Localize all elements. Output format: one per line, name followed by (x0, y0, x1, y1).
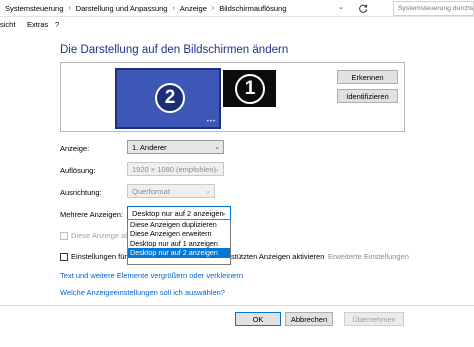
dropdown-option-only-1[interactable]: Desktop nur auf 1 anzeigen (128, 239, 230, 248)
dropdown-option-duplicate[interactable]: Diese Anzeigen duplizieren (128, 220, 230, 229)
settings-checkbox[interactable] (60, 253, 68, 261)
detect-button[interactable]: Erkennen (337, 70, 398, 84)
resolution-select-value: 1920 × 1080 (empfohlen) (132, 165, 217, 174)
breadcrumb: Systemsteuerung › Darstellung und Anpass… (5, 4, 286, 13)
orientation-label: Ausrichtung: (60, 188, 102, 197)
dropdown-option-extend[interactable]: Diese Anzeigen erweitern (128, 229, 230, 238)
breadcrumb-item-darstellung[interactable]: Darstellung und Anpassung (76, 4, 168, 13)
advanced-settings-link[interactable]: Erweiterte Einstellungen (328, 252, 409, 261)
chevron-down-icon: ⌄ (221, 210, 227, 217)
apply-button[interactable]: Übernehmen (344, 312, 404, 326)
cancel-button[interactable]: Abbrechen (285, 312, 333, 326)
resolution-label: Auflösung: (60, 166, 96, 175)
display-label: Anzeige: (60, 144, 90, 153)
main-display-label: Diese Anzeige als (71, 231, 131, 240)
multiple-displays-label: Mehrere Anzeigen: (60, 210, 123, 219)
menu-item-help[interactable]: ? (55, 20, 59, 29)
menu-item-ansicht[interactable]: sicht (0, 20, 15, 29)
orientation-select-value: Querformat (132, 187, 170, 196)
chevron-down-icon: ⌄ (214, 144, 220, 151)
orientation-select[interactable]: Querformat ⌄ (127, 184, 215, 198)
which-settings-link[interactable]: Welche Anzeigeeinstellungen soll ich aus… (60, 288, 225, 297)
monitor-2[interactable]: 2 ••• (115, 68, 221, 129)
chevron-down-icon: ⌄ (205, 188, 211, 195)
search-input[interactable]: Systemsteuerung durchsuchen (393, 1, 474, 16)
breadcrumb-separator-icon[interactable]: › (68, 5, 70, 12)
monitor-number-badge: 2 (155, 83, 185, 113)
breadcrumb-separator-icon[interactable]: › (212, 5, 214, 12)
refresh-icon[interactable] (356, 2, 370, 14)
monitor-number-badge: 1 (235, 74, 265, 104)
breadcrumb-item-anzeige[interactable]: Anzeige (180, 4, 207, 13)
display-select-value: 1. Anderer (132, 143, 167, 152)
breadcrumb-item-systemsteuerung[interactable]: Systemsteuerung (5, 4, 63, 13)
footer-divider (0, 305, 474, 306)
multiple-displays-dropdown: Diese Anzeigen duplizieren Diese Anzeige… (127, 219, 231, 265)
main-display-checkbox[interactable] (60, 232, 68, 240)
monitor-preview: 2 ••• 1 Erkennen Identifizieren (60, 62, 405, 132)
multiple-displays-select[interactable]: Desktop nur auf 2 anzeigen ⌄ (127, 206, 231, 220)
settings-checkbox-label-suffix: stützten Anzeigen aktivieren (231, 252, 325, 261)
menu-bar: sicht Extras ? (0, 17, 474, 31)
chevron-down-icon[interactable]: ⌄ (338, 3, 344, 11)
page-title: Die Darstellung auf den Bildschirmen änd… (60, 44, 289, 56)
identify-button[interactable]: Identifizieren (337, 89, 398, 103)
chevron-down-icon: ⌄ (214, 166, 220, 173)
dropdown-option-only-2[interactable]: Desktop nur auf 2 anzeigen (128, 248, 230, 258)
multiple-displays-select-value: Desktop nur auf 2 anzeigen (132, 209, 224, 218)
resolution-select[interactable]: 1920 × 1080 (empfohlen) ⌄ (127, 162, 224, 176)
breadcrumb-separator-icon[interactable]: › (172, 5, 174, 12)
monitor-1[interactable]: 1 (223, 70, 276, 107)
display-select[interactable]: 1. Anderer ⌄ (127, 140, 224, 154)
address-bar[interactable]: Systemsteuerung › Darstellung und Anpass… (0, 0, 474, 17)
monitor-dots: ••• (206, 119, 216, 125)
ok-button[interactable]: OK (235, 312, 281, 326)
settings-checkbox-label: Einstellungen für (71, 252, 127, 261)
breadcrumb-item-bildschirmaufloesung[interactable]: Bildschirmauflösung (219, 4, 286, 13)
text-size-link[interactable]: Text und weitere Elemente vergrößern ode… (60, 271, 243, 280)
menu-item-extras[interactable]: Extras (27, 20, 48, 29)
